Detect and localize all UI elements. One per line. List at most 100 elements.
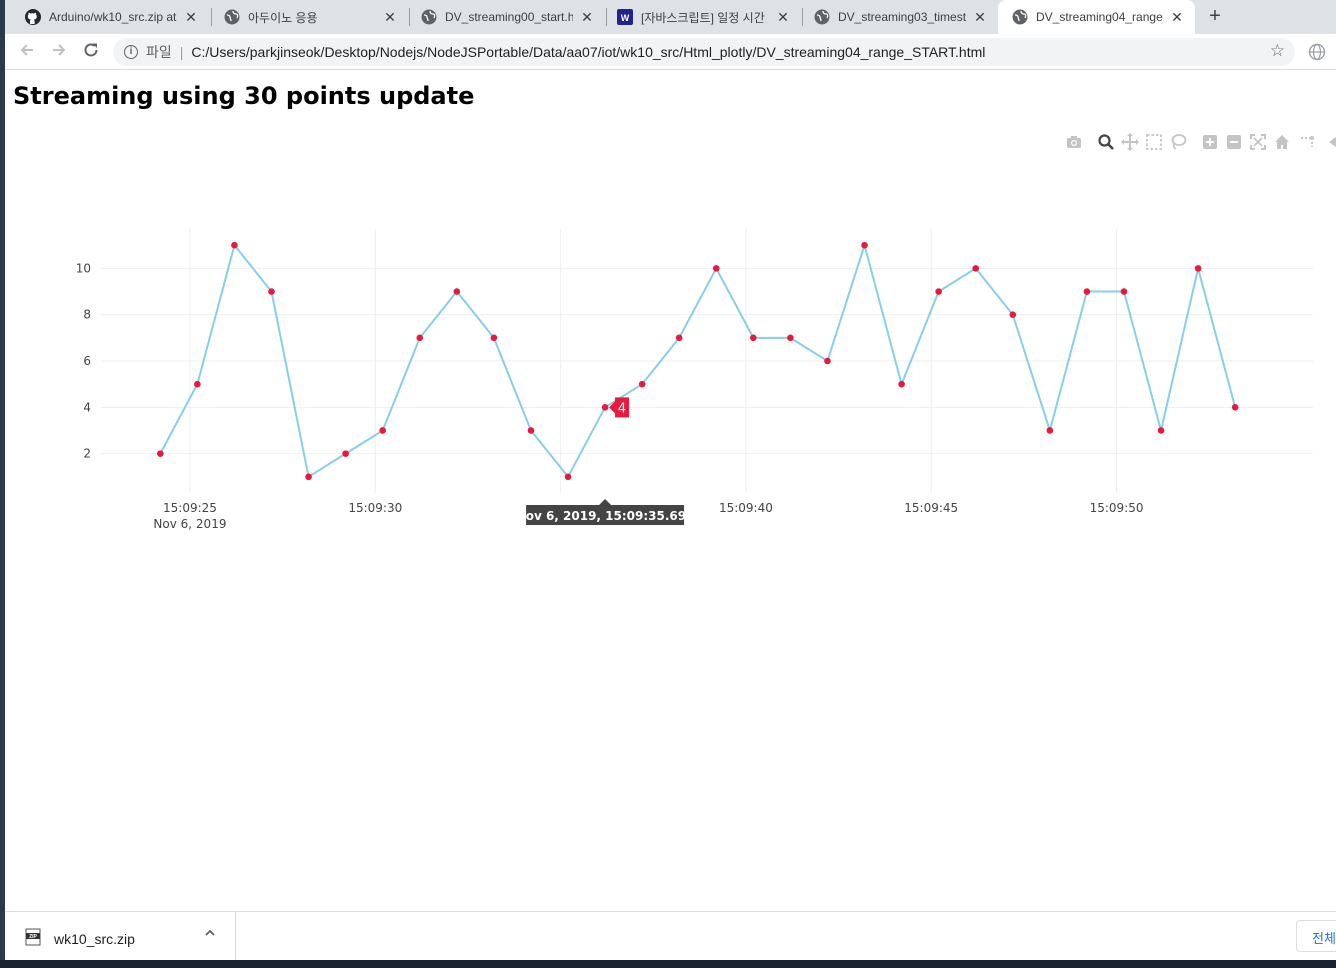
data-point[interactable] [305,473,312,481]
data-point[interactable] [861,241,868,249]
download-bar: ZIP wk10_src.zip 전체 [5,911,1336,960]
info-icon[interactable]: i [124,45,138,59]
data-point[interactable] [1046,427,1054,434]
globe-icon [814,9,830,25]
download-file-name: wk10_src.zip [54,931,135,947]
wordpress-icon: W [617,9,633,25]
zoom-icon[interactable] [1097,133,1115,151]
data-point[interactable] [268,288,275,295]
y-tick-label: 4 [83,400,91,414]
tab-streaming00[interactable]: DV_streaming00_start.ht ✕ [407,0,605,34]
data-point[interactable] [416,334,424,342]
data-point[interactable] [712,265,720,272]
plotly-chart[interactable]: 2 4 6 8 10 15:09:25 Nov 6, 2019 15:09:30 15:09:4… [5,71,1336,911]
autoscale-icon[interactable] [1249,133,1267,151]
data-point[interactable] [601,404,609,411]
y-tick-label: 10 [76,261,91,275]
chevron-up-icon[interactable] [203,926,217,943]
x-tick-label: 15:09:25 [163,501,217,515]
bookmark-star-icon[interactable]: ☆ [1270,41,1285,61]
data-point[interactable] [527,427,535,434]
tab-javascript[interactable]: W [자바스크립트] 일정 시간 ✕ [603,0,801,34]
data-point[interactable] [1157,427,1165,434]
x-tick-label: 15:09:40 [719,501,773,515]
x-tick-label: 15:09:45 [904,501,958,515]
svg-text:ZIP: ZIP [29,934,37,940]
taskbar-edge [0,960,1336,968]
svg-text:W: W [621,13,630,23]
tab-title: Arduino/wk10_src.zip at [49,10,177,24]
data-point[interactable] [1083,288,1091,295]
tab-title: DV_streaming04_range_ [1036,10,1163,24]
scheme-divider: | [179,44,184,60]
pan-icon[interactable] [1121,133,1139,151]
data-point[interactable] [490,334,498,342]
close-tab-icon[interactable]: ✕ [183,9,199,26]
url-text: C:/Users/parkjinseok/Desktop/Nodejs/Node… [191,44,986,60]
tab-arduino[interactable]: 아두이노 응용 ✕ [210,0,408,34]
box-select-icon[interactable] [1145,133,1163,151]
data-point[interactable] [1009,311,1017,318]
close-tab-icon[interactable]: ✕ [972,9,988,26]
browser-toolbar: i 파일 | C:/Users/parkjinseok/Desktop/Node… [5,34,1336,70]
data-point[interactable] [342,450,349,457]
show-all-downloads-button[interactable]: 전체 [1296,920,1336,952]
scheme-label: 파일 [146,44,172,60]
data-point[interactable] [750,334,757,342]
data-point[interactable] [1194,265,1202,272]
y-tick-label: 8 [83,308,91,322]
data-point[interactable] [675,334,683,342]
globe-icon [421,9,437,25]
data-point[interactable] [898,380,905,388]
close-tab-icon[interactable]: ✕ [1169,9,1185,26]
tab-strip: Arduino/wk10_src.zip at ✕ 아두이노 응용 ✕ DV_s… [5,0,1336,34]
x-tick-sublabel: Nov 6, 2019 [153,517,226,531]
tab-title: [자바스크립트] 일정 시간 [641,10,765,25]
back-button[interactable] [16,41,38,63]
reset-axes-icon[interactable] [1273,133,1291,151]
globe-icon [1012,9,1028,25]
zoom-out-icon[interactable] [1225,133,1243,151]
hover-value-label: 4 [618,401,626,416]
zoom-in-icon[interactable] [1201,133,1219,151]
data-point[interactable] [1120,288,1128,295]
data-point[interactable] [453,288,461,295]
x-tick-label: 15:09:30 [348,501,402,515]
x-tick-label: 15:09:50 [1090,501,1144,515]
lasso-icon[interactable] [1169,133,1187,151]
new-tab-button[interactable]: + [1202,4,1228,30]
y-tick-label: 6 [83,354,91,368]
github-icon [25,9,41,25]
tab-title: DV_streaming00_start.ht [445,10,573,24]
hover-x-label: Nov 6, 2019, 15:09:35.697 [516,509,695,523]
address-bar[interactable]: i 파일 | C:/Users/parkjinseok/Desktop/Node… [113,38,1295,66]
close-tab-icon[interactable]: ✕ [579,9,595,26]
forward-button[interactable] [48,41,70,63]
data-point[interactable] [157,450,164,457]
data-point[interactable] [787,334,794,342]
data-point[interactable] [1231,404,1239,411]
spike-lines-icon[interactable] [1299,133,1317,151]
arrow-left-icon [20,44,33,56]
data-point[interactable] [564,473,572,481]
close-tab-icon[interactable]: ✕ [382,9,398,26]
data-point[interactable] [379,427,386,434]
close-tab-icon[interactable]: ✕ [775,9,791,26]
tab-streaming04[interactable]: DV_streaming04_range_ ✕ [998,0,1195,34]
extension-globe-icon[interactable] [1308,43,1326,61]
reload-icon [84,43,98,57]
compare-hover-icon[interactable] [1321,133,1336,151]
data-point[interactable] [194,380,201,388]
tab-github[interactable]: Arduino/wk10_src.zip at ✕ [11,0,209,34]
page-content: Streaming using 30 points update 2 4 6 8 10 1… [5,71,1336,911]
data-point[interactable] [972,265,980,272]
data-point[interactable] [231,241,238,249]
reload-button[interactable] [80,41,102,63]
data-point[interactable] [824,357,831,365]
tab-title: DV_streaming03_timesta [838,10,966,24]
data-point[interactable] [935,288,942,295]
tab-streaming03[interactable]: DV_streaming03_timesta ✕ [800,0,998,34]
camera-icon[interactable] [1065,133,1083,151]
data-point[interactable] [638,380,646,388]
download-item[interactable]: ZIP wk10_src.zip [5,912,236,960]
